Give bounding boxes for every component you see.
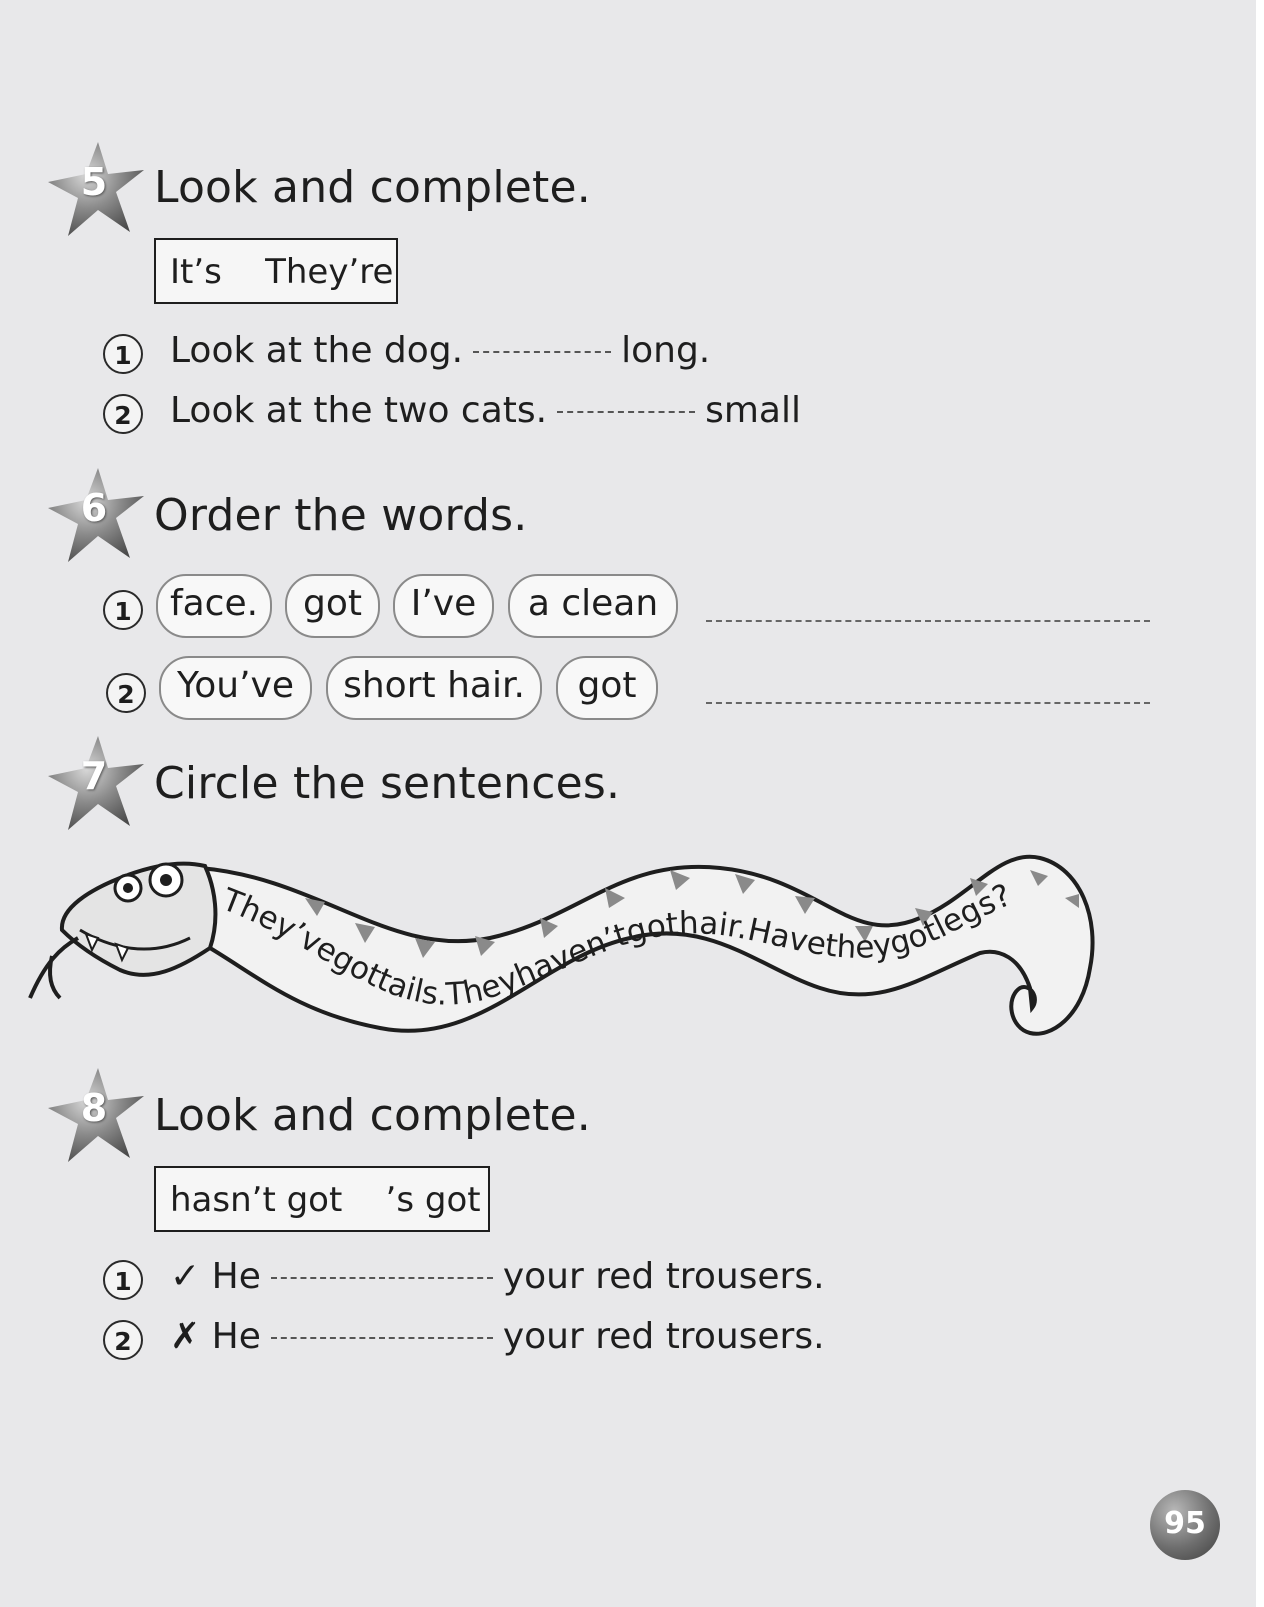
section-6-item-1-word-1[interactable]: face. xyxy=(156,574,272,638)
section-8-word-box: hasn’t got ’s got xyxy=(154,1166,490,1232)
section-5-item-2-after: small xyxy=(705,390,801,431)
section-6-item-2-word-3[interactable]: got xyxy=(556,656,658,720)
section-5-item-1-before: Look at the dog. xyxy=(170,330,464,371)
section-6-title: Order the words. xyxy=(154,490,528,541)
section-6-item-2-word-1[interactable]: You’ve xyxy=(159,656,312,720)
section-8-item-1: ✓ He your red trousers. xyxy=(170,1256,825,1297)
section-6-item-1-answer-line[interactable] xyxy=(706,620,1150,622)
section-8-item-1-after: your red trousers. xyxy=(502,1256,825,1297)
section-5-item-1-number: 1 xyxy=(103,334,143,374)
section-8-number: 8 xyxy=(80,1086,108,1130)
section-7-star-icon: 7 xyxy=(46,734,146,834)
snake-tongue xyxy=(28,936,79,1000)
check-icon: ✓ xyxy=(170,1256,201,1297)
section-6-item-1-number: 1 xyxy=(103,590,143,630)
section-6-number: 6 xyxy=(80,486,108,530)
section-8-item-2: ✗ He your red trousers. xyxy=(170,1316,825,1357)
section-6-item-2-answer-line[interactable] xyxy=(706,702,1150,704)
section-5-number: 5 xyxy=(80,160,108,204)
section-6-star-icon: 6 xyxy=(46,466,146,566)
section-8-item-2-before: He xyxy=(211,1316,261,1357)
section-5-item-2-before: Look at the two cats. xyxy=(170,390,548,431)
section-5-item-2-blank[interactable] xyxy=(557,411,696,413)
section-5-item-1-after: long. xyxy=(621,330,711,371)
section-8-item-2-after: your red trousers. xyxy=(502,1316,825,1357)
section-6-item-2-word-2[interactable]: short hair. xyxy=(326,656,542,720)
section-8-item-1-blank[interactable] xyxy=(270,1277,493,1279)
section-5-item-2: Look at the two cats. small xyxy=(170,390,801,431)
section-6-item-1-word-3[interactable]: I’ve xyxy=(393,574,494,638)
section-6-item-1-word-2[interactable]: got xyxy=(285,574,380,638)
section-8-title: Look and complete. xyxy=(154,1090,591,1141)
cross-icon: ✗ xyxy=(170,1316,201,1357)
snake-illustration: They’vegottails.Theyhaven’tgothair.Havet… xyxy=(28,854,1095,1036)
section-8-item-2-number: 2 xyxy=(103,1320,143,1360)
section-8-item-1-before: He xyxy=(211,1256,261,1297)
section-8-item-1-number: 1 xyxy=(103,1260,143,1300)
section-6-item-2-number: 2 xyxy=(106,673,146,713)
section-5-word-box: It’s They’re xyxy=(154,238,398,304)
section-5-item-1: Look at the dog. long. xyxy=(170,330,710,371)
section-5-star-icon: 5 xyxy=(46,140,146,240)
section-5-title: Look and complete. xyxy=(154,162,591,213)
section-7-title: Circle the sentences. xyxy=(154,758,621,809)
section-8-star-icon: 8 xyxy=(46,1066,146,1166)
section-8-item-2-blank[interactable] xyxy=(270,1337,493,1339)
section-5-item-1-blank[interactable] xyxy=(473,351,612,353)
page-edge xyxy=(1256,0,1264,1607)
section-6-item-1-word-4[interactable]: a clean xyxy=(508,574,678,638)
section-7-number: 7 xyxy=(80,754,108,798)
page-number: 95 xyxy=(1150,1490,1220,1560)
section-5-item-2-number: 2 xyxy=(103,394,143,434)
